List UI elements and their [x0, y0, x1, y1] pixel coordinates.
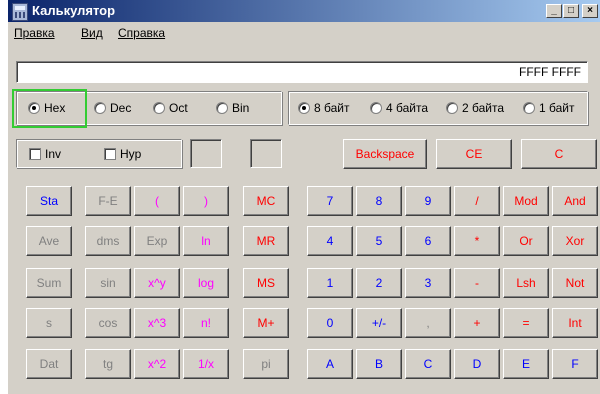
radio-bin[interactable]: Bin — [216, 99, 249, 117]
digit-3-button[interactable]: 3 — [405, 268, 451, 298]
x-cube-button[interactable]: x^3 — [134, 308, 180, 338]
hex-a-button[interactable]: A — [307, 349, 353, 379]
digit-2-button[interactable]: 2 — [356, 268, 402, 298]
x-square-button[interactable]: x^2 — [134, 349, 180, 379]
result-display: FFFF FFFF — [16, 61, 588, 83]
s-button[interactable]: s — [26, 308, 72, 338]
sum-button[interactable]: Sum — [26, 268, 72, 298]
ln-button[interactable]: ln — [183, 226, 229, 256]
minus-button[interactable]: - — [454, 268, 500, 298]
close-button[interactable]: × — [582, 4, 598, 18]
mc-button[interactable]: MC — [243, 186, 289, 216]
int-button[interactable]: Int — [552, 308, 598, 338]
memory-indicator — [250, 139, 282, 168]
multiply-button[interactable]: * — [454, 226, 500, 256]
backspace-button[interactable]: Backspace — [343, 139, 427, 169]
hex-b-button[interactable]: B — [356, 349, 402, 379]
close-paren-button[interactable]: ) — [183, 186, 229, 216]
m-plus-button[interactable]: M+ — [243, 308, 289, 338]
radio-1-byte[interactable]: 1 байт — [523, 99, 574, 117]
radio-oct[interactable]: Oct — [153, 99, 188, 117]
parenthesis-indicator — [190, 139, 222, 168]
radio-2-bytes[interactable]: 2 байта — [446, 99, 504, 117]
window-title: Калькулятор — [32, 3, 116, 18]
mod-button[interactable]: Mod — [503, 186, 549, 216]
digit-4-button[interactable]: 4 — [307, 226, 353, 256]
dat-button[interactable]: Dat — [26, 349, 72, 379]
sin-button[interactable]: sin — [85, 268, 131, 298]
radio-dec[interactable]: Dec — [94, 99, 131, 117]
digit-1-button[interactable]: 1 — [307, 268, 353, 298]
minimize-button[interactable]: _ — [546, 4, 562, 18]
hex-f-button[interactable]: F — [552, 349, 598, 379]
fe-button[interactable]: F-E — [85, 186, 131, 216]
sta-button[interactable]: Sta — [26, 186, 72, 216]
mr-button[interactable]: MR — [243, 226, 289, 256]
title-bar[interactable]: Калькулятор _ □ × — [8, 0, 600, 22]
dms-button[interactable]: dms — [85, 226, 131, 256]
c-button[interactable]: C — [521, 139, 597, 169]
pi-button[interactable]: pi — [243, 349, 289, 379]
calculator-icon — [12, 3, 28, 21]
hex-selection-highlight — [12, 89, 87, 128]
open-paren-button[interactable]: ( — [134, 186, 180, 216]
radio-4-bytes[interactable]: 4 байта — [370, 99, 428, 117]
plus-button[interactable]: + — [454, 308, 500, 338]
menu-help[interactable]: Справка — [118, 26, 165, 40]
or-button[interactable]: Or — [503, 226, 549, 256]
sign-button[interactable]: +/- — [356, 308, 402, 338]
hex-e-button[interactable]: E — [503, 349, 549, 379]
decimal-button[interactable]: , — [405, 308, 451, 338]
and-button[interactable]: And — [552, 186, 598, 216]
tg-button[interactable]: tg — [85, 349, 131, 379]
ave-button[interactable]: Ave — [26, 226, 72, 256]
inv-checkbox[interactable]: Inv — [27, 145, 61, 163]
factorial-button[interactable]: n! — [183, 308, 229, 338]
digit-6-button[interactable]: 6 — [405, 226, 451, 256]
digit-9-button[interactable]: 9 — [405, 186, 451, 216]
equals-button[interactable]: = — [503, 308, 549, 338]
ms-button[interactable]: MS — [243, 268, 289, 298]
ce-button[interactable]: CE — [436, 139, 512, 169]
digit-8-button[interactable]: 8 — [356, 186, 402, 216]
digit-7-button[interactable]: 7 — [307, 186, 353, 216]
digit-5-button[interactable]: 5 — [356, 226, 402, 256]
radio-8-bytes[interactable]: 8 байт — [298, 99, 349, 117]
x-pow-y-button[interactable]: x^y — [134, 268, 180, 298]
exp-button[interactable]: Exp — [134, 226, 180, 256]
menu-view[interactable]: Вид — [81, 26, 103, 40]
menu-edit[interactable]: Правка — [14, 26, 55, 40]
not-button[interactable]: Not — [552, 268, 598, 298]
hex-d-button[interactable]: D — [454, 349, 500, 379]
menu-bar: Правка Вид Справка — [8, 22, 600, 42]
divide-button[interactable]: / — [454, 186, 500, 216]
hyp-checkbox[interactable]: Hyp — [102, 145, 141, 163]
xor-button[interactable]: Xor — [552, 226, 598, 256]
lsh-button[interactable]: Lsh — [503, 268, 549, 298]
digit-0-button[interactable]: 0 — [307, 308, 353, 338]
log-button[interactable]: log — [183, 268, 229, 298]
reciprocal-button[interactable]: 1/x — [183, 349, 229, 379]
cos-button[interactable]: cos — [85, 308, 131, 338]
maximize-button[interactable]: □ — [563, 4, 579, 18]
hex-c-button[interactable]: C — [405, 349, 451, 379]
